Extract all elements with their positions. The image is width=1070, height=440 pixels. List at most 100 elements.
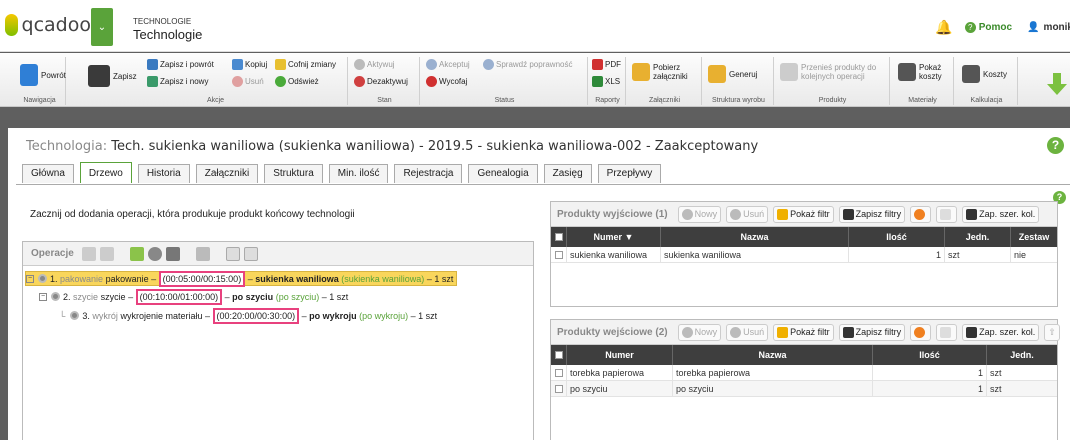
group-state: Aktywuj Dezaktywuj Stan bbox=[350, 57, 420, 105]
back-button[interactable]: Powrót bbox=[20, 64, 66, 86]
gear-icon[interactable] bbox=[147, 246, 162, 261]
deactivate-button[interactable]: Dezaktywuj bbox=[354, 76, 408, 87]
table-row[interactable]: sukienka waniliowa sukienka waniliowa 1 … bbox=[551, 247, 1057, 263]
undo-button[interactable]: Cofnij zmiany bbox=[275, 59, 336, 70]
tab-drzewo[interactable]: Drzewo bbox=[79, 162, 132, 183]
edit-icon[interactable] bbox=[129, 246, 144, 261]
costs-button[interactable]: Koszty bbox=[962, 65, 1007, 83]
tree-node-2[interactable]: − 2. szycie szycie – (00:10:00/01:00:00)… bbox=[39, 288, 348, 305]
delete-button[interactable]: Usuń bbox=[726, 323, 769, 341]
move-icon[interactable] bbox=[195, 246, 210, 261]
close-icon[interactable] bbox=[165, 246, 180, 261]
columns-button[interactable] bbox=[936, 323, 958, 341]
accept-button[interactable]: Akceptuj bbox=[426, 59, 470, 70]
tab-glowna[interactable]: Główna bbox=[22, 164, 74, 183]
tab-min-ilosc[interactable]: Min. ilość bbox=[328, 164, 389, 183]
column-header[interactable]: Numer bbox=[567, 345, 673, 365]
reset-button[interactable] bbox=[910, 323, 932, 341]
add-operation-icon[interactable] bbox=[81, 246, 96, 261]
activate-icon bbox=[354, 59, 365, 70]
refresh-icon bbox=[275, 76, 286, 87]
tab-genealogia[interactable]: Genealogia bbox=[468, 164, 538, 183]
reset-button[interactable] bbox=[910, 205, 932, 223]
save-new-button[interactable]: Zapisz i nowy bbox=[147, 76, 208, 87]
column-header[interactable]: Nazwa bbox=[673, 345, 873, 365]
help-icon[interactable]: ? bbox=[1047, 137, 1064, 154]
bell-icon[interactable]: 🔔 bbox=[935, 19, 952, 36]
new-button[interactable]: Nowy bbox=[677, 323, 722, 341]
save-back-button[interactable]: Zapisz i powrót bbox=[147, 59, 214, 70]
check-button[interactable]: Sprawdź poprawność bbox=[483, 59, 572, 70]
cell: torebka papierowa bbox=[673, 365, 873, 380]
row-checkbox[interactable] bbox=[551, 247, 567, 262]
header-category: TECHNOLOGIE bbox=[133, 17, 192, 26]
grid-title: Produkty wyjściowe (1) bbox=[557, 208, 668, 220]
table-row[interactable]: po szyciu po szyciu 1 szt bbox=[551, 381, 1057, 397]
columns-button[interactable] bbox=[936, 205, 958, 223]
floppy-icon bbox=[966, 208, 978, 220]
show-costs-button[interactable]: Pokaż koszty bbox=[898, 63, 954, 81]
column-header[interactable]: Jedn. bbox=[945, 227, 1011, 247]
delete-icon bbox=[232, 76, 243, 87]
user-name[interactable]: monik bbox=[1044, 22, 1070, 33]
select-all-checkbox[interactable] bbox=[551, 345, 567, 365]
group-label: Załączniki bbox=[648, 97, 681, 104]
save-column-widths-button[interactable]: Zap. szer. kol. bbox=[962, 323, 1040, 341]
cell: torebka papierowa bbox=[567, 365, 673, 380]
show-filter-button[interactable]: Pokaż filtr bbox=[773, 205, 834, 223]
xls-button[interactable]: XLS bbox=[592, 76, 620, 87]
checkbox bbox=[554, 250, 563, 259]
qcadoo-logo[interactable]: qcadoo bbox=[5, 8, 91, 42]
new-button[interactable]: Nowy bbox=[677, 205, 722, 223]
collapse-all-icon[interactable] bbox=[243, 246, 258, 261]
activate-button[interactable]: Aktywuj bbox=[354, 59, 395, 70]
pdf-button[interactable]: PDF bbox=[592, 59, 621, 70]
input-products-toolbar: Produkty wejściowe (2) Nowy Usuń Pokaż f… bbox=[551, 320, 1060, 345]
save-column-widths-button[interactable]: Zap. szer. kol. bbox=[962, 205, 1040, 223]
tab-rejestracja[interactable]: Rejestracja bbox=[394, 164, 463, 183]
save-button[interactable]: Zapisz bbox=[88, 65, 137, 87]
calculator-icon bbox=[898, 63, 916, 81]
operations-toolbar: Operacje bbox=[23, 242, 533, 266]
download-attachments-button[interactable]: Pobierz załączniki bbox=[632, 63, 702, 81]
column-header[interactable]: Ilość bbox=[849, 227, 945, 247]
row-checkbox[interactable] bbox=[551, 381, 567, 396]
withdraw-button[interactable]: Wycofaj bbox=[426, 76, 467, 87]
main-menu-button[interactable]: ⌄ bbox=[91, 8, 113, 46]
tree-node-3[interactable]: └ 3. wykrój wykrojenie materiału – (00:2… bbox=[59, 307, 437, 324]
group-reports: PDF XLS Raporty bbox=[590, 57, 626, 105]
table-row[interactable]: torebka papierowa torebka papierowa 1 sz… bbox=[551, 365, 1057, 381]
tab-zasieg[interactable]: Zasięg bbox=[543, 164, 592, 183]
move-up-button[interactable]: ⇧ bbox=[1044, 323, 1060, 341]
add-template-icon[interactable] bbox=[99, 246, 114, 261]
column-header[interactable]: Jedn. bbox=[987, 345, 1057, 365]
select-all-checkbox[interactable] bbox=[551, 227, 567, 247]
tab-historia[interactable]: Historia bbox=[137, 164, 190, 183]
copy-button[interactable]: Kopiuj bbox=[232, 59, 267, 70]
column-header[interactable]: Zestaw bbox=[1011, 227, 1057, 247]
collapse-icon[interactable]: − bbox=[26, 274, 34, 283]
expand-all-icon[interactable] bbox=[225, 246, 240, 261]
gears-icon bbox=[780, 63, 798, 81]
collapse-icon[interactable]: − bbox=[39, 292, 47, 301]
tab-zalaczniki[interactable]: Załączniki bbox=[195, 164, 259, 183]
generate-button[interactable]: Generuj bbox=[708, 65, 757, 83]
column-header[interactable]: Nazwa bbox=[661, 227, 849, 247]
filter-icon bbox=[777, 326, 789, 338]
save-filters-button[interactable]: Zapisz filtry bbox=[838, 205, 906, 223]
tab-przeplywy[interactable]: Przepływy bbox=[597, 164, 662, 183]
column-header[interactable]: Numer ▼ bbox=[567, 227, 661, 247]
save-filters-button[interactable]: Zapisz filtry bbox=[838, 323, 906, 341]
delete-icon bbox=[730, 326, 742, 338]
delete-button[interactable]: Usuń bbox=[232, 76, 264, 87]
show-filter-button[interactable]: Pokaż filtr bbox=[773, 323, 834, 341]
column-header[interactable]: Ilość bbox=[873, 345, 987, 365]
tab-struktura[interactable]: Struktura bbox=[264, 164, 323, 183]
help-link[interactable]: Pomoc bbox=[979, 22, 1012, 33]
refresh-button[interactable]: Odśwież bbox=[275, 76, 319, 87]
move-products-button[interactable]: Przenieś produkty do kolejnych operacji bbox=[780, 63, 886, 81]
tree-node-1[interactable]: − 1. pakowanie pakowanie – (00:05:00/00:… bbox=[25, 270, 457, 287]
delete-button[interactable]: Usuń bbox=[726, 205, 769, 223]
row-checkbox[interactable] bbox=[551, 365, 567, 380]
arrow-down-icon[interactable] bbox=[1046, 73, 1068, 95]
